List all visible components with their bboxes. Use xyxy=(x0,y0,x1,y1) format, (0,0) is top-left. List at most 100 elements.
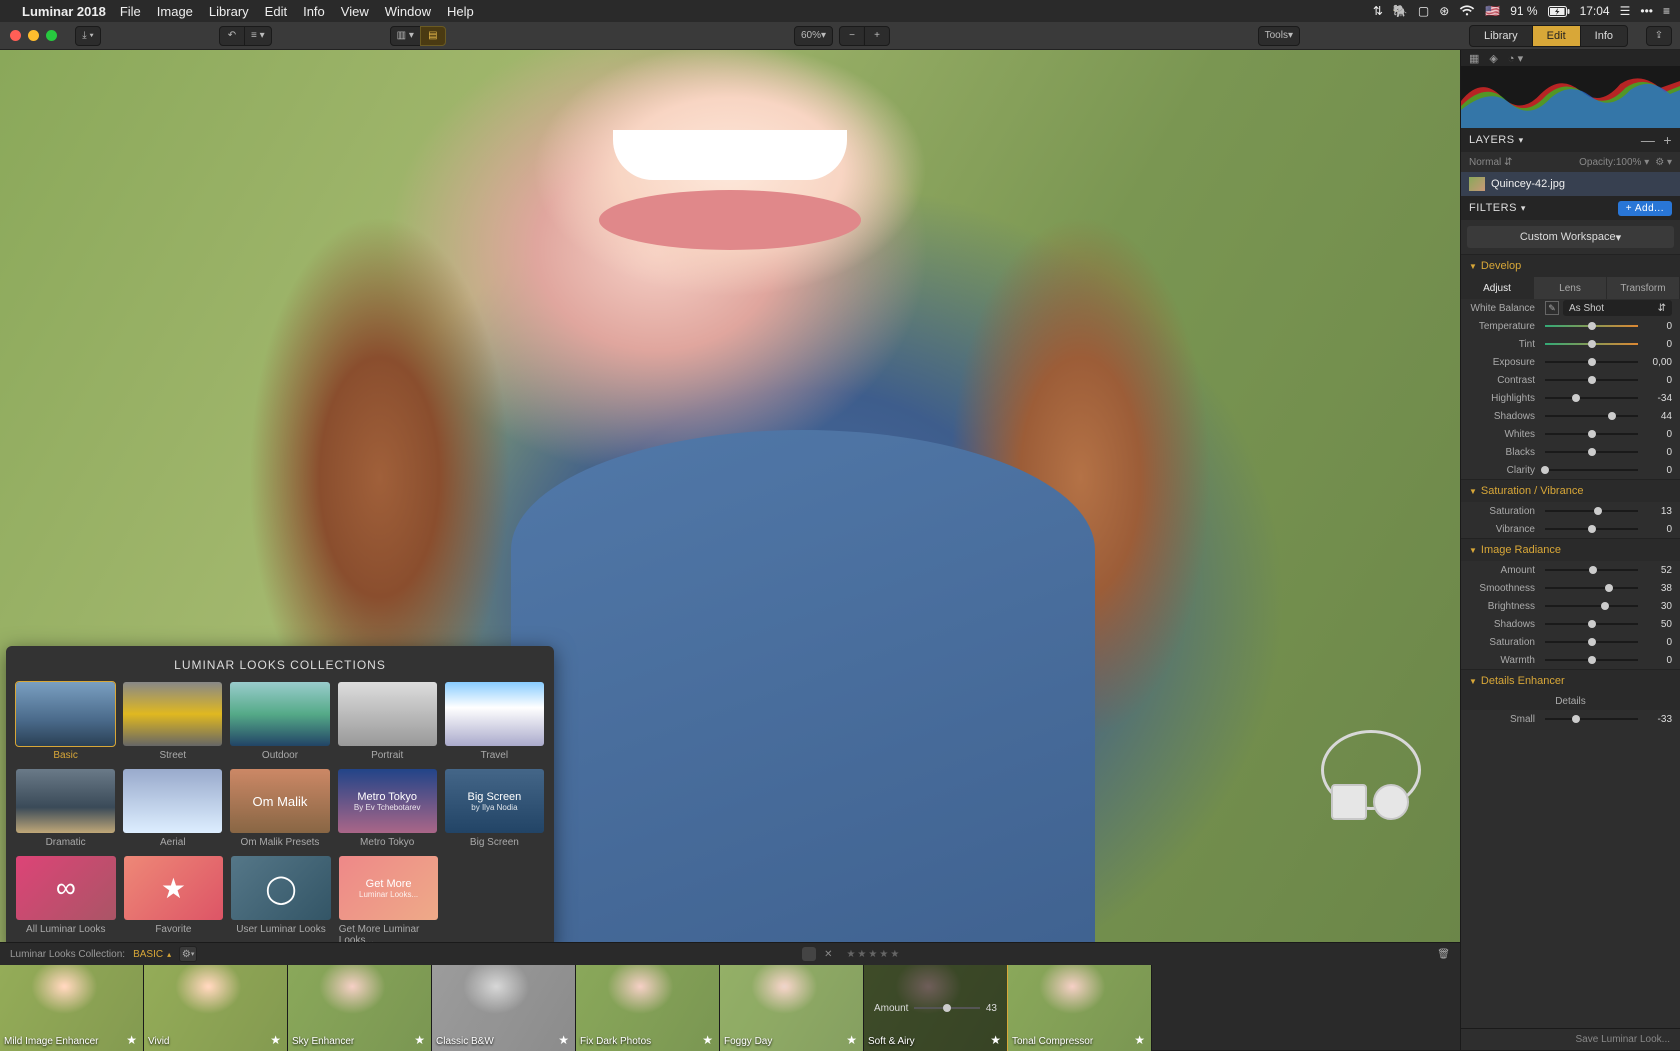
slider[interactable] xyxy=(1545,415,1638,417)
history-button[interactable]: ≡ ▾ xyxy=(244,26,272,46)
menu-file[interactable]: File xyxy=(120,4,141,19)
slider-small[interactable] xyxy=(1545,718,1638,720)
menu-library[interactable]: Library xyxy=(209,4,249,19)
film-item[interactable]: Fix Dark Photos★ xyxy=(576,965,720,1051)
slider[interactable] xyxy=(1545,433,1638,435)
star-rating[interactable]: ★★★★★ xyxy=(846,949,901,960)
star-icon[interactable]: ★ xyxy=(270,1033,281,1047)
notification-center-icon[interactable]: ☰ xyxy=(1620,4,1631,18)
opacity-value[interactable]: 100% xyxy=(1616,157,1642,168)
blend-mode-dropdown[interactable]: Normal ⇵ xyxy=(1469,157,1512,168)
slider[interactable] xyxy=(1545,469,1638,471)
workspace-dropdown[interactable]: Custom Workspace ▾ xyxy=(1467,226,1674,248)
minimize-window-button[interactable] xyxy=(28,30,39,41)
film-item[interactable]: Mild Image Enhancer★ xyxy=(0,965,144,1051)
tools-dropdown[interactable]: Tools ▾ xyxy=(1258,26,1300,46)
film-item[interactable]: Classic B&W★ xyxy=(432,965,576,1051)
menu-extra-icon[interactable]: ≡ xyxy=(1663,4,1670,18)
wb-dropdown[interactable]: As Shot⇵ xyxy=(1563,300,1672,316)
mode-library[interactable]: Library xyxy=(1469,25,1533,47)
look-getmore[interactable]: Get MoreLuminar Looks...Get More Luminar… xyxy=(339,856,439,946)
clock[interactable]: 17:04 xyxy=(1580,4,1610,18)
menu-info[interactable]: Info xyxy=(303,4,325,19)
develop-header[interactable]: ▼Develop xyxy=(1461,255,1680,277)
radiance-header[interactable]: ▼Image Radiance xyxy=(1461,539,1680,561)
menu-help[interactable]: Help xyxy=(447,4,474,19)
look-ommalik[interactable]: Om MalikOm Malik Presets xyxy=(230,769,329,848)
slider[interactable] xyxy=(1545,623,1638,625)
zoom-in-button[interactable]: + xyxy=(864,26,890,46)
collection-dropdown[interactable]: BASIC▴ xyxy=(133,949,171,960)
slider[interactable] xyxy=(1545,605,1638,607)
star-icon[interactable]: ★ xyxy=(702,1033,713,1047)
layers-collapse-icon[interactable]: — xyxy=(1641,133,1656,147)
slider[interactable] xyxy=(1545,587,1638,589)
tab-transform[interactable]: Transform xyxy=(1607,277,1680,299)
share-button[interactable]: ⇪ xyxy=(1646,26,1672,46)
slider[interactable] xyxy=(1545,397,1638,399)
look-metro[interactable]: Metro TokyoBy Ev TchebotarevMetro Tokyo xyxy=(338,769,437,848)
menu-view[interactable]: View xyxy=(341,4,369,19)
histogram-layers-icon[interactable]: ◈ xyxy=(1489,52,1497,65)
slider[interactable] xyxy=(1545,451,1638,453)
star-icon[interactable]: ★ xyxy=(126,1033,137,1047)
slider[interactable] xyxy=(1545,569,1638,571)
slider[interactable] xyxy=(1545,510,1638,512)
film-item[interactable]: Vivid★ xyxy=(144,965,288,1051)
panel-layout-button[interactable]: ▥ ▾ xyxy=(390,26,421,46)
satvib-header[interactable]: ▼Saturation / Vibrance xyxy=(1461,480,1680,502)
star-icon[interactable]: ★ xyxy=(414,1033,425,1047)
slider[interactable] xyxy=(1545,659,1638,661)
amount-slider[interactable] xyxy=(914,1007,979,1009)
evernote-icon[interactable]: 🐘 xyxy=(1393,4,1408,18)
look-travel[interactable]: Travel xyxy=(445,682,544,761)
tab-adjust[interactable]: Adjust xyxy=(1461,277,1534,299)
collection-gear-icon[interactable]: ⚙▾ xyxy=(179,946,197,962)
layers-header[interactable]: LAYERS▾ — + xyxy=(1461,128,1680,152)
add-filter-button[interactable]: + Add... xyxy=(1618,201,1672,216)
menu-edit[interactable]: Edit xyxy=(265,4,287,19)
menu-window[interactable]: Window xyxy=(385,4,431,19)
look-portrait[interactable]: Portrait xyxy=(338,682,437,761)
look-all[interactable]: ∞All Luminar Looks xyxy=(16,856,116,946)
mode-edit[interactable]: Edit xyxy=(1533,25,1580,47)
slider[interactable] xyxy=(1545,641,1638,643)
flag-icon[interactable]: 🇺🇸 xyxy=(1485,4,1500,18)
star-icon[interactable]: ★ xyxy=(846,1033,857,1047)
look-aerial[interactable]: Aerial xyxy=(123,769,222,848)
star-icon[interactable]: ★ xyxy=(1134,1033,1145,1047)
tab-lens[interactable]: Lens xyxy=(1534,277,1607,299)
app-name[interactable]: Luminar 2018 xyxy=(22,4,106,19)
layer-row[interactable]: Quincey-42.jpg xyxy=(1461,172,1680,196)
fullscreen-window-button[interactable] xyxy=(46,30,57,41)
slider[interactable] xyxy=(1545,361,1638,363)
details-header[interactable]: ▼Details Enhancer xyxy=(1461,670,1680,692)
film-item[interactable]: Foggy Day★ xyxy=(720,965,864,1051)
wifi-icon[interactable] xyxy=(1459,5,1475,17)
look-basic[interactable]: Basic xyxy=(16,682,115,761)
star-icon[interactable]: ★ xyxy=(990,1033,1001,1047)
filters-header[interactable]: FILTERS▾ + Add... xyxy=(1461,196,1680,220)
clear-rating-icon[interactable]: ✕ xyxy=(824,949,832,960)
undo-button[interactable]: ↶ xyxy=(219,26,245,46)
battery-icon[interactable] xyxy=(1548,6,1570,17)
zoom-dropdown[interactable]: 60% ▾ xyxy=(794,26,833,46)
layer-gear-icon[interactable]: ⚙ ▾ xyxy=(1655,157,1672,168)
layers-add-icon[interactable]: + xyxy=(1663,133,1672,147)
slider[interactable] xyxy=(1545,528,1638,530)
star-icon[interactable]: ★ xyxy=(558,1033,569,1047)
looks-panel-button[interactable]: ▤ xyxy=(420,26,446,46)
look-fav[interactable]: ★Favorite xyxy=(124,856,224,946)
film-item[interactable]: Amount43Soft & Airy★ xyxy=(864,965,1008,1051)
battery-percent[interactable]: 91 % xyxy=(1510,4,1537,18)
calendar-icon[interactable]: ▢ xyxy=(1418,4,1429,18)
film-item[interactable]: Tonal Compressor★ xyxy=(1008,965,1152,1051)
save-look-button[interactable]: Save Luminar Look... xyxy=(1461,1028,1680,1050)
close-window-button[interactable] xyxy=(10,30,21,41)
eyedropper-icon[interactable]: ✎ xyxy=(1545,301,1559,315)
histogram-clock-icon[interactable]: ◔ ▾ xyxy=(1508,52,1523,65)
look-dramatic[interactable]: Dramatic xyxy=(16,769,115,848)
mode-info[interactable]: Info xyxy=(1580,25,1628,47)
menu-image[interactable]: Image xyxy=(157,4,193,19)
slider[interactable] xyxy=(1545,379,1638,381)
